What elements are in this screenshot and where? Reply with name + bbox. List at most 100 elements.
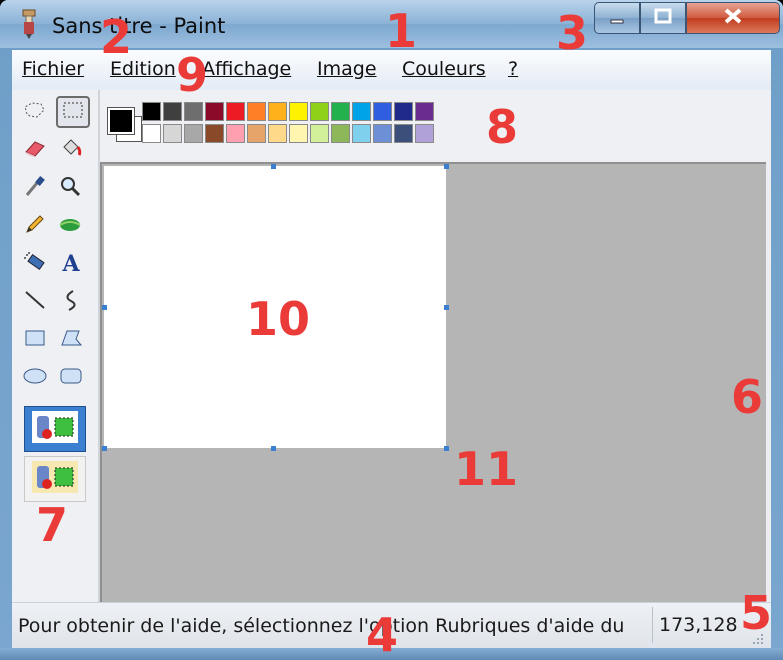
annotation-8: 8 — [486, 100, 519, 154]
color-swatch[interactable] — [331, 124, 350, 143]
menu-fichier-label: Fichier — [22, 58, 85, 80]
tool-options — [24, 406, 86, 502]
window-controls — [594, 2, 780, 34]
color-swatch[interactable] — [268, 124, 287, 143]
menu-couleurs[interactable]: Couleurs — [402, 58, 486, 80]
color-swatch[interactable] — [163, 102, 182, 121]
brush-icon — [58, 213, 84, 239]
tool-rect-select[interactable] — [56, 96, 90, 128]
menu-affichage[interactable]: Affichage — [202, 58, 291, 80]
tool-eraser[interactable] — [20, 136, 50, 164]
resize-handle-bottom-right[interactable] — [444, 446, 449, 451]
color-swatch[interactable] — [163, 124, 182, 143]
menu-help[interactable]: ? — [508, 58, 518, 80]
resize-handle-bottom[interactable] — [271, 446, 276, 451]
tool-free-form-select[interactable] — [20, 98, 50, 126]
color-swatch[interactable] — [373, 124, 392, 143]
color-swatch[interactable] — [394, 124, 413, 143]
tool-ellipse[interactable] — [20, 364, 50, 392]
free-form-select-icon — [23, 100, 47, 124]
transparent-selection-icon — [31, 460, 79, 498]
annotation-5: 5 — [740, 586, 773, 640]
current-colors[interactable] — [106, 106, 144, 146]
option-transparent[interactable] — [24, 456, 86, 502]
color-swatch[interactable] — [352, 102, 371, 121]
pencil-icon — [23, 213, 47, 239]
color-swatch[interactable] — [205, 102, 224, 121]
maximize-icon — [654, 8, 672, 28]
tool-curve[interactable] — [56, 288, 86, 316]
close-button[interactable] — [686, 2, 780, 34]
tool-fill[interactable] — [56, 136, 86, 164]
annotation-1: 1 — [385, 4, 418, 58]
color-swatch[interactable] — [289, 102, 308, 121]
magnifier-icon — [59, 175, 83, 201]
resize-handle-top[interactable] — [271, 164, 276, 169]
color-swatch[interactable] — [226, 102, 245, 121]
tool-text[interactable]: A — [56, 250, 86, 278]
tool-polygon[interactable] — [56, 326, 86, 354]
tool-rounded-rect[interactable] — [56, 364, 86, 392]
opaque-selection-icon — [31, 410, 79, 448]
tool-color-picker[interactable] — [20, 174, 50, 202]
color-swatch[interactable] — [268, 102, 287, 121]
annotation-11: 11 — [454, 442, 519, 496]
color-swatch[interactable] — [394, 102, 413, 121]
color-swatch[interactable] — [310, 102, 329, 121]
resize-handle-right[interactable] — [444, 305, 449, 310]
window-title: Sans titre - Paint — [52, 14, 226, 38]
color-swatch[interactable] — [415, 124, 434, 143]
tool-brush[interactable] — [56, 212, 86, 240]
color-swatch[interactable] — [352, 124, 371, 143]
menu-fichier[interactable]: Fichier — [22, 58, 84, 80]
color-swatch[interactable] — [373, 102, 392, 121]
color-swatch[interactable] — [310, 124, 329, 143]
foreground-color[interactable] — [107, 107, 135, 135]
rectangle-icon — [23, 327, 47, 353]
annotation-2: 2 — [100, 10, 133, 64]
color-swatch[interactable] — [415, 102, 434, 121]
option-opaque[interactable] — [24, 406, 86, 452]
annotation-7: 7 — [36, 498, 69, 552]
minimize-icon — [609, 9, 625, 28]
polygon-icon — [59, 327, 83, 353]
color-swatch[interactable] — [289, 124, 308, 143]
color-swatch[interactable] — [205, 124, 224, 143]
status-help-text: Pour obtenir de l'aide, sélectionnez l'o… — [18, 615, 625, 637]
rounded-rect-icon — [58, 365, 84, 391]
eraser-icon — [23, 138, 47, 162]
annotation-9: 9 — [176, 48, 209, 102]
menu-image-label: Image — [317, 58, 377, 80]
annotation-6: 6 — [731, 370, 764, 424]
ellipse-icon — [22, 365, 48, 391]
color-swatch[interactable] — [247, 124, 266, 143]
color-swatch[interactable] — [226, 124, 245, 143]
rect-select-icon — [62, 101, 84, 123]
airbrush-icon — [23, 251, 47, 277]
color-swatch[interactable] — [184, 102, 203, 121]
annotation-4: 4 — [366, 608, 399, 660]
resize-handle-top-right[interactable] — [444, 164, 449, 169]
annotation-3: 3 — [556, 6, 589, 60]
paint-window: Sans titre - Paint Fichier Edition Affic… — [0, 0, 783, 660]
resize-handle-bottom-left[interactable] — [102, 446, 107, 451]
menu-affichage-label: Affichage — [202, 58, 292, 80]
tool-pencil[interactable] — [20, 212, 50, 240]
color-swatch[interactable] — [142, 124, 161, 143]
tool-magnifier[interactable] — [56, 174, 86, 202]
paint-app-icon[interactable] — [18, 8, 40, 40]
tool-airbrush[interactable] — [20, 250, 50, 278]
color-swatch[interactable] — [142, 102, 161, 121]
tool-rectangle[interactable] — [20, 326, 50, 354]
maximize-button[interactable] — [640, 2, 686, 34]
color-swatch[interactable] — [184, 124, 203, 143]
minimize-button[interactable] — [594, 2, 640, 34]
color-swatch[interactable] — [331, 102, 350, 121]
client-area: A — [12, 90, 771, 604]
menu-image[interactable]: Image — [317, 58, 377, 80]
canvas-scroll-area[interactable] — [100, 162, 766, 604]
color-swatch[interactable] — [247, 102, 266, 121]
status-coordinates: 173,128 — [652, 607, 751, 643]
tool-line[interactable] — [20, 288, 50, 316]
resize-handle-left[interactable] — [102, 305, 107, 310]
